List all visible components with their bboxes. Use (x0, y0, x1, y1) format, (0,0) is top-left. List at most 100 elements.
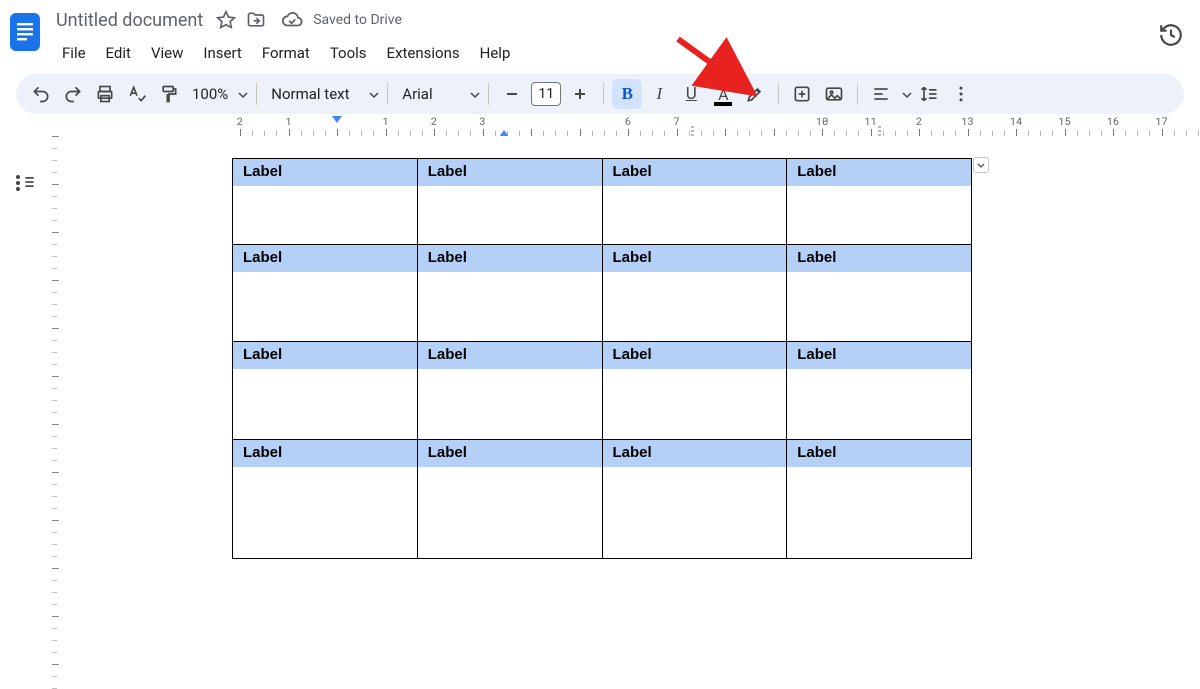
saved-status: Saved to Drive (313, 12, 402, 28)
table-cell-label: Label (233, 342, 417, 369)
table-cell-body[interactable] (417, 467, 602, 559)
document-table[interactable]: LabelLabelLabelLabelLabelLabelLabelLabel… (232, 158, 972, 559)
horizontal-ruler[interactable]: 2112367101121314151617 (230, 114, 1200, 136)
table-cell-body[interactable] (787, 369, 972, 439)
table-cell[interactable]: Label (233, 244, 418, 272)
table-cell-body[interactable] (233, 369, 418, 439)
move-icon[interactable] (245, 9, 267, 31)
cloud-saved-icon[interactable] (281, 9, 303, 31)
zoom-level[interactable]: 100% (186, 85, 234, 103)
menu-edit[interactable]: Edit (96, 38, 141, 68)
table-cell[interactable]: Label (787, 159, 972, 187)
table-cell[interactable]: Label (417, 159, 602, 187)
menu-format[interactable]: Format (252, 38, 320, 68)
table-cell-body[interactable] (602, 369, 787, 439)
redo-button[interactable] (58, 79, 88, 109)
table-cell[interactable]: Label (787, 439, 972, 467)
table-cell-label: Label (233, 440, 417, 467)
menu-help[interactable]: Help (470, 38, 521, 68)
table-cell[interactable]: Label (417, 439, 602, 467)
document-title[interactable]: Untitled document (52, 10, 207, 31)
undo-button[interactable] (26, 79, 56, 109)
toolbar-separator (857, 83, 858, 105)
toolbar-separator (488, 83, 489, 105)
menu-extensions[interactable]: Extensions (377, 38, 470, 68)
menu-tools[interactable]: Tools (320, 38, 377, 68)
toolbar-separator (778, 83, 779, 105)
table-cell[interactable]: Label (787, 244, 972, 272)
app-icon[interactable] (0, 6, 52, 54)
table-cell-body[interactable] (602, 272, 787, 342)
vertical-ruler[interactable] (44, 136, 62, 689)
table-cell-body[interactable] (233, 467, 418, 559)
table-cell-body[interactable] (233, 272, 418, 342)
paint-format-button[interactable] (154, 79, 184, 109)
table-cell-body[interactable] (233, 186, 418, 244)
table-cell-label: Label (418, 342, 602, 369)
chevron-down-icon[interactable] (902, 85, 912, 104)
table-cell[interactable]: Label (233, 439, 418, 467)
print-button[interactable] (90, 79, 120, 109)
add-column-handle[interactable] (973, 157, 989, 173)
table-cell-label: Label (603, 159, 787, 186)
menu-insert[interactable]: Insert (193, 38, 251, 68)
header: Untitled document Saved to Drive (0, 0, 1200, 70)
spellcheck-button[interactable] (122, 79, 152, 109)
chevron-down-icon[interactable] (238, 85, 248, 104)
outline-toggle-button[interactable] (7, 164, 43, 200)
table-cell-body[interactable] (787, 272, 972, 342)
highlight-color-button[interactable] (740, 79, 770, 109)
menu-view[interactable]: View (141, 38, 193, 68)
table-cell-body[interactable] (417, 272, 602, 342)
table-cell[interactable]: Label (602, 439, 787, 467)
toolbar-separator (256, 83, 257, 105)
bold-button[interactable]: B (612, 79, 642, 109)
insert-link-button[interactable] (787, 79, 817, 109)
table-cell-body[interactable] (787, 186, 972, 244)
insert-image-button[interactable] (819, 79, 849, 109)
toolbar: 100% Normal text Arial 11 B (16, 74, 1184, 114)
font-family[interactable]: Arial (396, 85, 466, 103)
table-cell[interactable]: Label (233, 159, 418, 187)
line-spacing-button[interactable] (914, 79, 944, 109)
table-cell-body[interactable] (417, 369, 602, 439)
chevron-down-icon[interactable] (369, 85, 379, 104)
decrease-font-size-button[interactable] (497, 79, 527, 109)
table-cell-label: Label (787, 245, 971, 272)
table-cell[interactable]: Label (233, 342, 418, 370)
document-canvas[interactable]: LabelLabelLabelLabelLabelLabelLabelLabel… (62, 136, 1200, 689)
table-cell-label: Label (603, 245, 787, 272)
table-cell[interactable]: Label (602, 159, 787, 187)
table-cell-body[interactable] (417, 186, 602, 244)
star-icon[interactable] (215, 9, 237, 31)
table-cell[interactable]: Label (602, 244, 787, 272)
paragraph-style[interactable]: Normal text (265, 85, 365, 103)
table-cell-label: Label (418, 440, 602, 467)
underline-button[interactable]: U (676, 79, 706, 109)
table-cell-body[interactable] (602, 186, 787, 244)
menu-file[interactable]: File (52, 38, 96, 68)
font-size-input[interactable]: 11 (531, 82, 561, 106)
table-cell-label: Label (233, 159, 417, 186)
align-button[interactable] (866, 79, 896, 109)
table-cell-label: Label (787, 342, 971, 369)
table-cell-label: Label (603, 342, 787, 369)
table-cell-label: Label (787, 440, 971, 467)
version-history-icon[interactable] (1158, 22, 1184, 52)
table-cell-body[interactable] (787, 467, 972, 559)
left-rail (0, 136, 50, 689)
table-cell-label: Label (233, 245, 417, 272)
table-cell-body[interactable] (602, 467, 787, 559)
table-cell[interactable]: Label (787, 342, 972, 370)
table-cell[interactable]: Label (417, 244, 602, 272)
italic-button[interactable]: I (644, 79, 674, 109)
horizontal-ruler-row: 2112367101121314151617 (0, 114, 1200, 136)
table-cell-label: Label (787, 159, 971, 186)
table-cell[interactable]: Label (417, 342, 602, 370)
more-button[interactable] (946, 79, 976, 109)
text-color-button[interactable]: A (708, 79, 738, 109)
chevron-down-icon[interactable] (470, 85, 480, 104)
table-cell[interactable]: Label (602, 342, 787, 370)
increase-font-size-button[interactable] (565, 79, 595, 109)
table-cell-label: Label (418, 245, 602, 272)
